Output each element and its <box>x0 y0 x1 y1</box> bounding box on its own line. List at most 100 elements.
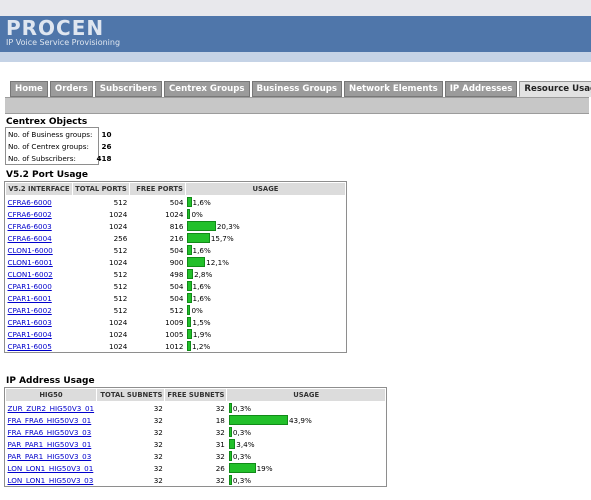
v52-usage: 1,6% <box>185 280 345 292</box>
v52-usage: 2,8% <box>185 268 345 280</box>
ip-usage: 0,3% <box>227 402 386 415</box>
v52-name-cell: CPAR1-6004 <box>6 328 73 340</box>
v52-usage: 15,7% <box>185 232 345 244</box>
ip-usage: 19% <box>227 462 386 474</box>
v52-link[interactable]: CPAR1-6004 <box>8 330 52 339</box>
centrex-table: No. of Business groups: 10 No. of Centrex … <box>6 128 113 164</box>
ip-free: 26 <box>215 463 225 473</box>
usage-bar <box>228 475 232 485</box>
app-header: PROCEN IP Voice Service Provisioning <box>0 16 591 52</box>
ip-table: HIG50 TOTAL SUBNETS FREE SUBNETS USAGE ZUR_… <box>5 388 386 486</box>
centrex-title: Centrex Objects <box>6 117 88 127</box>
v52-free: 512 <box>169 305 184 315</box>
tab-business-groups[interactable]: Business Groups <box>251 81 342 97</box>
tab-subscribers[interactable]: Subscribers <box>94 81 162 97</box>
v52-total: 512 <box>113 281 128 291</box>
table-row: CFRA6-6003 1024 816 20,3% <box>6 220 346 232</box>
v52-link[interactable]: CFRA6-6000 <box>8 198 52 207</box>
v52-link[interactable]: CFRA6-6002 <box>8 210 52 219</box>
v52-header-0: V5.2 INTERFACE <box>5 182 73 196</box>
v52-total: 512 <box>113 197 128 207</box>
v52-link[interactable]: CPAR1-6000 <box>8 282 52 291</box>
app-logo: PROCEN <box>6 16 105 40</box>
v52-table: V5.2 INTERFACE TOTAL PORTS FREE PORTS USAGE… <box>5 182 347 352</box>
ip-header-3: USAGE <box>226 388 386 402</box>
table-row: LON_LON1_HIG50V3_01 32 26 19% <box>6 462 386 474</box>
ip-total: 32 <box>153 415 163 425</box>
v52-name-cell: CPAR1-6003 <box>6 316 73 328</box>
ip-link[interactable]: PAR_PAR1_HIG50V3_01 <box>8 440 92 449</box>
tab-subbar <box>5 97 589 114</box>
usage-percent: 1,6% <box>192 245 211 255</box>
v52-name-cell: CPAR1-6001 <box>6 292 73 304</box>
table-row: CPAR1-6001 512 504 1,6% <box>6 292 346 304</box>
ip-free: 32 <box>215 475 225 485</box>
ip-link[interactable]: PAR_PAR1_HIG50V3_03 <box>8 452 92 461</box>
v52-total: 1024 <box>109 209 128 219</box>
v52-total: 512 <box>113 293 128 303</box>
ip-link[interactable]: ZUR_ZUR2_HIG50V3_01 <box>8 404 95 413</box>
v52-usage: 20,3% <box>185 220 345 232</box>
usage-percent: 0,3% <box>232 451 252 461</box>
usage-bar <box>187 293 192 303</box>
table-row: CPAR1-6003 1024 1009 1,5% <box>6 316 346 328</box>
v52-link[interactable]: CLON1-6001 <box>8 258 53 267</box>
v52-link[interactable]: CPAR1-6003 <box>8 318 52 327</box>
table-row: FRA_FRA6_HIG50V3_01 32 18 43,9% <box>6 414 386 426</box>
table-row: CPAR1-6000 512 504 1,6% <box>6 280 346 292</box>
table-row: CLON1-6001 1024 900 12,1% <box>6 256 346 268</box>
usage-bar <box>228 463 256 473</box>
ip-free: 31 <box>215 439 225 449</box>
ip-link[interactable]: LON_LON1_HIG50V3_03 <box>8 476 94 485</box>
table-row: ZUR_ZUR2_HIG50V3_01 32 32 0,3% <box>6 402 386 415</box>
tab-resource-usage[interactable]: Resource Usage <box>519 81 591 97</box>
tab-centrex-groups[interactable]: Centrex Groups <box>163 81 250 97</box>
ip-link[interactable]: FRA_FRA6_HIG50V3_01 <box>8 416 92 425</box>
usage-bar <box>228 403 232 413</box>
centrex-row: No. of Centrex groups: 26 <box>6 140 113 152</box>
tab-ip-addresses[interactable]: IP Addresses <box>444 81 518 97</box>
v52-usage: 1,5% <box>185 316 345 328</box>
table-row: FRA_FRA6_HIG50V3_03 32 32 0,3% <box>6 426 386 438</box>
tab-orders[interactable]: Orders <box>49 81 93 97</box>
v52-total: 1024 <box>109 257 128 267</box>
usage-bar <box>187 257 206 267</box>
usage-percent: 20,3% <box>216 221 240 231</box>
table-row: CFRA6-6002 1024 1024 0% <box>6 208 346 220</box>
v52-name-cell: CLON1-6002 <box>6 268 73 280</box>
v52-usage: 12,1% <box>185 256 345 268</box>
usage-bar <box>187 209 191 219</box>
usage-percent: 15,7% <box>210 233 234 243</box>
v52-usage: 1,6% <box>185 292 345 304</box>
ip-link[interactable]: FRA_FRA6_HIG50V3_03 <box>8 428 92 437</box>
v52-free: 498 <box>169 269 184 279</box>
v52-free: 504 <box>169 197 184 207</box>
v52-free: 504 <box>169 293 184 303</box>
v52-link[interactable]: CLON1-6002 <box>8 270 53 279</box>
v52-free: 504 <box>169 281 184 291</box>
tab-home[interactable]: Home <box>10 81 48 97</box>
v52-total: 1024 <box>109 317 128 327</box>
tab-network-elements[interactable]: Network Elements <box>344 81 443 97</box>
v52-link[interactable]: CPAR1-6005 <box>8 342 52 351</box>
table-row: CPAR1-6002 512 512 0% <box>6 304 346 316</box>
v52-free: 1009 <box>165 317 184 327</box>
ip-usage: 0,3% <box>227 474 386 486</box>
v52-total: 512 <box>113 245 128 255</box>
usage-bar <box>187 305 191 315</box>
ip-link[interactable]: LON_LON1_HIG50V3_01 <box>8 464 94 473</box>
ip-title: IP Address Usage <box>6 376 95 386</box>
v52-link[interactable]: CPAR1-6001 <box>8 294 52 303</box>
usage-bar <box>187 233 210 243</box>
v52-usage: 1,6% <box>185 196 345 209</box>
usage-bar <box>187 269 194 279</box>
v52-total: 512 <box>113 305 128 315</box>
v52-port-usage-box: V5.2 INTERFACE TOTAL PORTS FREE PORTS USAGE… <box>4 181 347 353</box>
ip-total: 32 <box>153 475 163 485</box>
v52-link[interactable]: CLON1-6000 <box>8 246 53 255</box>
v52-link[interactable]: CFRA6-6003 <box>8 222 52 231</box>
usage-bar <box>228 427 232 437</box>
v52-link[interactable]: CFRA6-6004 <box>8 234 52 243</box>
v52-link[interactable]: CPAR1-6002 <box>8 306 52 315</box>
table-row: CLON1-6000 512 504 1,6% <box>6 244 346 256</box>
